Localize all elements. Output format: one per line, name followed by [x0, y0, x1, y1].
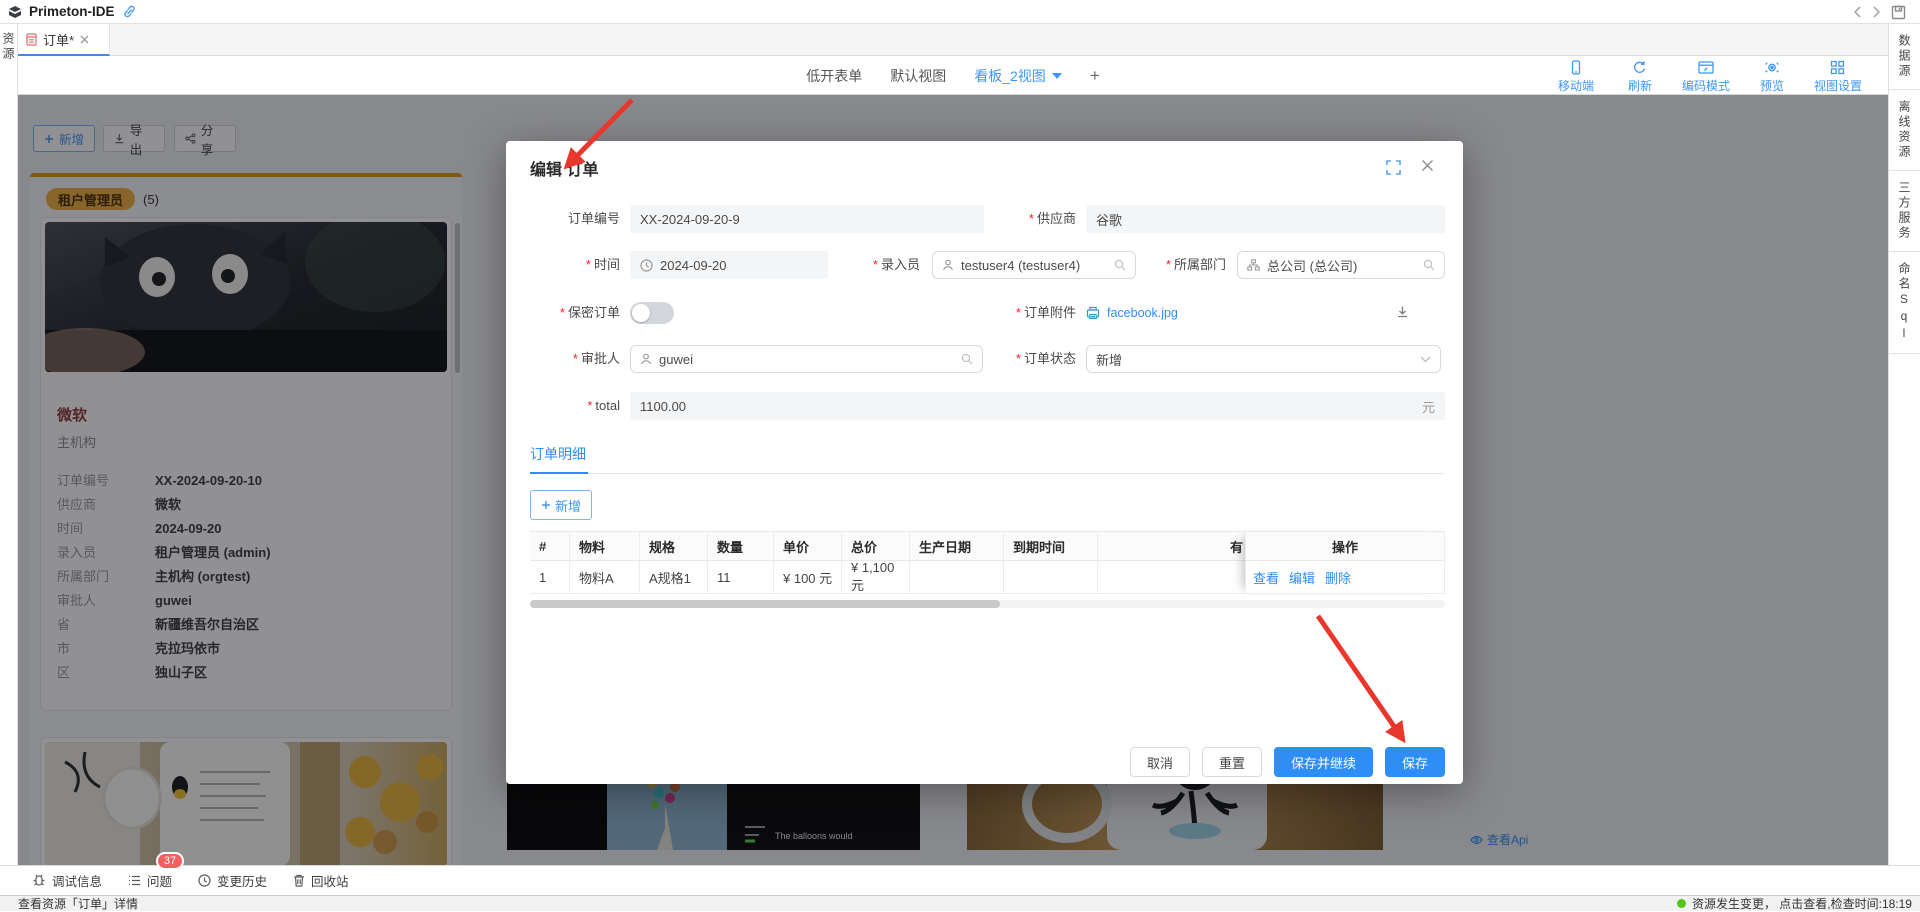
debug-icon	[32, 874, 46, 887]
scrollbar-thumb[interactable]	[530, 600, 1000, 608]
row-actions: 查看 编辑 删除	[1245, 561, 1445, 594]
view-toolbar: 低开表单 默认视图 看板_2视图 + 移动端 刷新 编码模式 预览 视图设置	[18, 56, 1888, 95]
tab-close-icon[interactable]	[80, 35, 89, 44]
sidebar-item-datasource[interactable]: 数据源	[1889, 24, 1920, 90]
cancel-button[interactable]: 取消	[1130, 747, 1190, 777]
time-input[interactable]: 2024-09-20	[630, 251, 828, 279]
debug-info-item[interactable]: 调试信息	[32, 871, 102, 890]
status-left-text[interactable]: 查看资源「订单」详情	[18, 895, 138, 912]
active-tab-underline	[530, 472, 588, 474]
reset-button[interactable]: 重置	[1202, 747, 1262, 777]
currency-unit: 元	[1422, 397, 1435, 416]
nav-forward-icon[interactable]	[1872, 6, 1881, 18]
secret-order-toggle[interactable]	[630, 302, 674, 324]
download-icon[interactable]	[1396, 305, 1409, 318]
field-label: 录入员	[881, 257, 920, 272]
field-label: 保密订单	[568, 305, 620, 320]
titlebar: Primeton-IDE	[0, 0, 1920, 24]
field-label: 订单附件	[1024, 305, 1076, 320]
chevron-down-icon	[1420, 356, 1431, 363]
fullscreen-icon[interactable]	[1386, 160, 1401, 175]
sidebar-item-offline-resources[interactable]: 离线资源	[1889, 90, 1920, 171]
status-right-text: 资源发生变更， 点击查看,检查时间:18:19	[1692, 895, 1912, 912]
field-label: 所属部门	[1174, 257, 1226, 272]
field-label: 订单编号	[568, 211, 620, 226]
bottom-toolbar: 调试信息 问题 变更历史 回收站	[0, 865, 1920, 895]
sidebar-item-thirdparty-services[interactable]: 三方服务	[1889, 171, 1920, 252]
chevron-down-icon	[1052, 73, 1062, 79]
field-label: 审批人	[581, 351, 620, 366]
save-icon[interactable]	[1891, 5, 1906, 20]
code-mode-button[interactable]: 编码模式	[1682, 60, 1730, 94]
save-and-continue-button[interactable]: 保存并继续	[1274, 747, 1373, 777]
problems-count-badge: 37	[156, 852, 184, 870]
sidebar-item-named-sql[interactable]: 命名Sql	[1889, 252, 1920, 354]
row-action-delete[interactable]: 删除	[1325, 568, 1351, 587]
field-label: 时间	[594, 257, 620, 272]
editor-tab-strip: 订单*	[18, 24, 1888, 56]
supplier-input[interactable]: 谷歌	[1086, 205, 1445, 233]
status-right[interactable]: 资源发生变更， 点击查看,检查时间:18:19	[1677, 895, 1912, 912]
row-action-edit[interactable]: 编辑	[1289, 568, 1315, 587]
view-tab-default-view[interactable]: 默认视图	[890, 66, 946, 86]
section-divider	[530, 473, 1445, 474]
person-icon	[640, 353, 652, 365]
actions-header: 操作	[1245, 531, 1445, 561]
tab-label: 订单*	[43, 30, 74, 49]
edit-order-modal: 编辑 订单 订单编号 XX-2024-09-20-9 *供应商 谷歌 *时间 2…	[506, 141, 1463, 784]
order-status-select[interactable]: 新增	[1086, 345, 1441, 373]
modal-title: 编辑 订单	[530, 156, 598, 180]
table-horizontal-scrollbar	[530, 600, 1445, 608]
clock-icon	[640, 259, 653, 272]
history-clock-icon	[198, 874, 211, 887]
view-tab-kanban2[interactable]: 看板_2视图	[974, 66, 1062, 86]
attachment-file-icon	[1086, 306, 1100, 320]
tab-order-detail[interactable]: 订单明细	[530, 444, 586, 464]
app-title: Primeton-IDE	[29, 4, 115, 19]
search-icon	[1423, 259, 1435, 271]
refresh-button[interactable]: 刷新	[1618, 60, 1662, 94]
recorder-input[interactable]: testuser4 (testuser4)	[932, 251, 1136, 279]
sidebar-item-resources[interactable]: 资源	[0, 32, 17, 865]
preview-button[interactable]: 预览	[1750, 60, 1794, 94]
field-label: 供应商	[1037, 211, 1076, 226]
row-action-view[interactable]: 查看	[1253, 568, 1279, 587]
nav-back-icon[interactable]	[1853, 6, 1862, 18]
problems-item[interactable]: 问题	[128, 871, 172, 890]
tab-order[interactable]: 订单*	[18, 24, 110, 56]
right-rail: 数据源 离线资源 三方服务 命名Sql	[1888, 24, 1920, 865]
modal-footer: 取消 重置 保存并继续 保存	[530, 747, 1445, 777]
form-doc-icon	[26, 33, 37, 46]
person-icon	[942, 259, 954, 271]
view-actions: 移动端 刷新 编码模式 预览 视图设置	[1554, 60, 1862, 94]
add-view-button[interactable]: +	[1090, 66, 1100, 86]
green-status-dot	[1677, 899, 1686, 908]
left-rail: 资源	[0, 24, 18, 865]
save-button[interactable]: 保存	[1385, 747, 1445, 777]
view-settings-button[interactable]: 视图设置	[1814, 60, 1862, 94]
field-label: total	[595, 398, 620, 413]
total-input[interactable]: 1100.00 元	[630, 392, 1445, 420]
change-history-item[interactable]: 变更历史	[198, 871, 267, 890]
list-icon	[128, 875, 141, 886]
trash-icon	[293, 874, 305, 887]
field-label: 订单状态	[1024, 351, 1076, 366]
add-detail-row-button[interactable]: 新增	[530, 490, 592, 520]
table-fixed-actions-column: 操作 查看 编辑 删除	[1245, 531, 1445, 594]
modal-close-icon[interactable]	[1421, 159, 1434, 172]
view-tab-lowcode-form[interactable]: 低开表单	[806, 66, 862, 86]
status-bar: 查看资源「订单」详情 资源发生变更， 点击查看,检查时间:18:19	[0, 895, 1920, 911]
department-input[interactable]: 总公司 (总公司)	[1237, 251, 1445, 279]
app-logo-icon	[8, 5, 22, 19]
attachment-file-link[interactable]: facebook.jpg	[1107, 306, 1178, 320]
link-icon[interactable]	[122, 5, 137, 18]
mobile-preview-button[interactable]: 移动端	[1554, 60, 1598, 94]
org-tree-icon	[1247, 259, 1260, 271]
detail-table: # 物料 规格 数量 单价 总价 生产日期 到期时间 有 1 物料A A规格1 …	[530, 531, 1445, 594]
recycle-bin-item[interactable]: 回收站	[293, 871, 349, 890]
